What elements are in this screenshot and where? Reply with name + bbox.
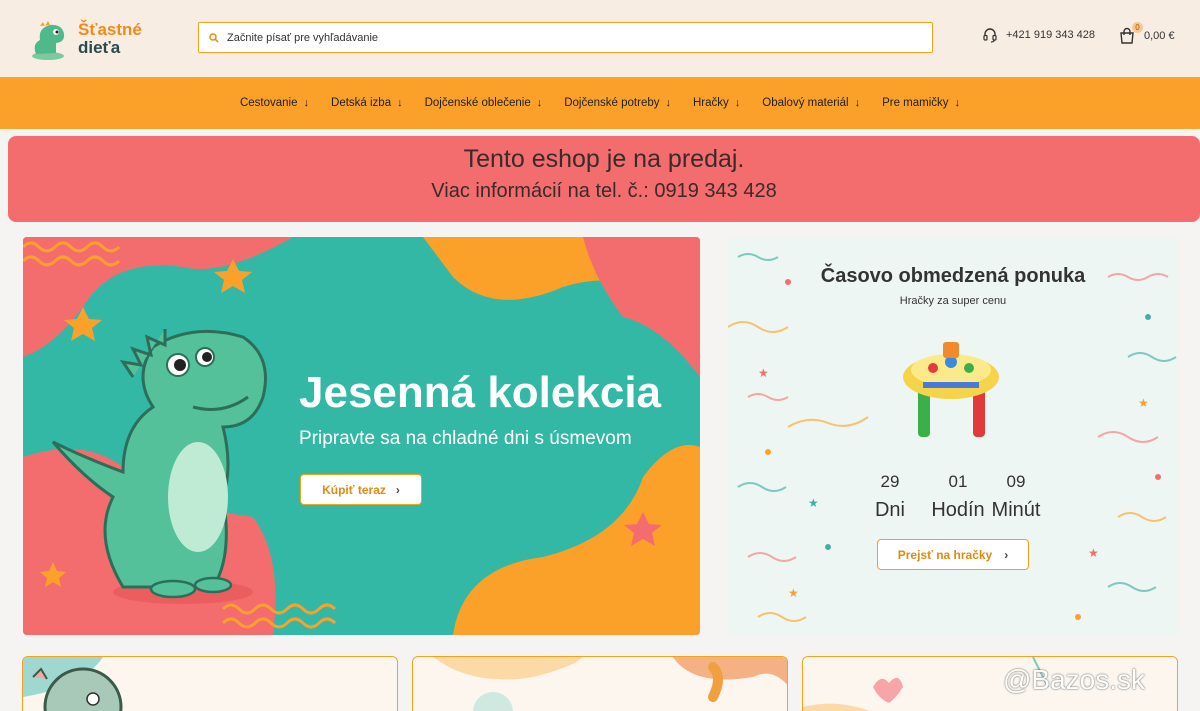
- top-header: Šťastné dieťa +421 919 343 428 0 0,00 €: [0, 0, 1200, 77]
- shop-now-button[interactable]: Kúpiť teraz ›: [300, 474, 422, 505]
- svg-text:★: ★: [758, 366, 769, 380]
- svg-text:★: ★: [1088, 546, 1099, 560]
- phone-contact[interactable]: +421 919 343 428: [982, 27, 1095, 43]
- search-icon: [209, 32, 219, 43]
- nav-item-label: Dojčenské potreby: [564, 97, 660, 109]
- nav-item-dojcenske-oblecenie[interactable]: Dojčenské oblečenie ↓: [425, 97, 543, 109]
- search-bar[interactable]: [198, 22, 933, 53]
- shop-now-label: Kúpiť teraz: [322, 482, 386, 497]
- category-card-1[interactable]: [22, 656, 398, 711]
- phone-number: +421 919 343 428: [1006, 29, 1096, 41]
- countdown-label: Dni: [874, 499, 905, 521]
- go-to-toys-label: Prejsť na hračky: [897, 547, 993, 562]
- logo[interactable]: Šťastné dieťa: [26, 14, 151, 64]
- arrow-down-icon: ↓: [303, 97, 310, 109]
- nav-item-cestovanie[interactable]: Cestovanie ↓: [240, 97, 309, 109]
- countdown-value: 29: [880, 472, 900, 491]
- nav-item-label: Pre mamičky: [882, 97, 949, 109]
- sale-banner-title: Tento eshop je na predaj.: [463, 145, 745, 173]
- logo-line-1: Šťastné: [78, 20, 142, 39]
- main-navigation: Cestovanie ↓ Detská izba ↓ Dojčenské obleč…: [0, 77, 1200, 129]
- svg-text:★: ★: [808, 496, 819, 510]
- nav-item-pre-mamicky[interactable]: Pre mamičky ↓: [882, 97, 960, 109]
- headset-icon: [983, 28, 997, 43]
- cart-count-badge: 0: [1132, 22, 1143, 33]
- arrow-down-icon: ↓: [536, 97, 543, 109]
- hero-subtitle: Pripravte sa na chladné dni s úsmevom: [299, 428, 632, 449]
- sale-banner-subtitle: Viac informácií na tel. č.: 0919 343 428: [431, 180, 777, 202]
- svg-text:★: ★: [788, 586, 799, 600]
- category-card-illustration: [23, 657, 397, 711]
- nav-item-label: Detská izba: [331, 97, 392, 109]
- chevron-right-icon: ›: [395, 482, 400, 497]
- search-input[interactable]: [227, 31, 907, 44]
- arrow-down-icon: ↓: [665, 97, 671, 109]
- arrow-down-icon: ↓: [954, 97, 961, 109]
- nav-item-hracky[interactable]: Hračky ↓: [693, 97, 740, 109]
- for-sale-banner: Tento eshop je na predaj. Viac informáci…: [8, 136, 1200, 222]
- arrow-down-icon: ↓: [397, 97, 403, 109]
- offer-subtitle: Hračky za super cenu: [899, 295, 1007, 307]
- svg-text:★: ★: [1138, 396, 1149, 410]
- go-to-toys-button[interactable]: Prejsť na hračky ›: [877, 539, 1029, 570]
- nav-item-label: Dojčenské oblečenie: [424, 97, 531, 109]
- nav-item-label: Cestovanie: [239, 97, 298, 109]
- nav-item-dojcenske-potreby[interactable]: Dojčenské potreby ↓: [564, 97, 671, 109]
- cart-button[interactable]: 0 0,00 €: [1118, 22, 1175, 45]
- nav-item-obalovy-material[interactable]: Obalový materiál ↓: [762, 97, 860, 109]
- category-card-illustration: [413, 657, 787, 711]
- countdown-minutes: 09 Minút: [981, 472, 1051, 522]
- hero-title: Jesenná kolekcia: [299, 368, 662, 417]
- category-card-2[interactable]: [412, 656, 788, 711]
- arrow-down-icon: ↓: [854, 97, 861, 109]
- cart-total: 0,00 €: [1144, 30, 1175, 42]
- nav-item-label: Obalový materiál: [762, 97, 849, 109]
- logo-line-2: dieťa: [78, 38, 121, 57]
- countdown-value: 09: [1006, 472, 1026, 491]
- countdown-days: 29 Dni: [855, 472, 925, 522]
- nav-item-label: Hračky: [692, 97, 729, 109]
- countdown-label: Minút: [991, 499, 1041, 521]
- chevron-right-icon: ›: [1004, 547, 1009, 562]
- dinosaur-logo-icon: [32, 21, 65, 60]
- nav-item-detska-izba[interactable]: Detská izba ↓: [331, 97, 403, 109]
- offer-title: Časovo obmedzená ponuka: [820, 265, 1086, 287]
- bazos-watermark: @Bazos.sk: [1003, 664, 1146, 695]
- arrow-down-icon: ↓: [734, 97, 741, 109]
